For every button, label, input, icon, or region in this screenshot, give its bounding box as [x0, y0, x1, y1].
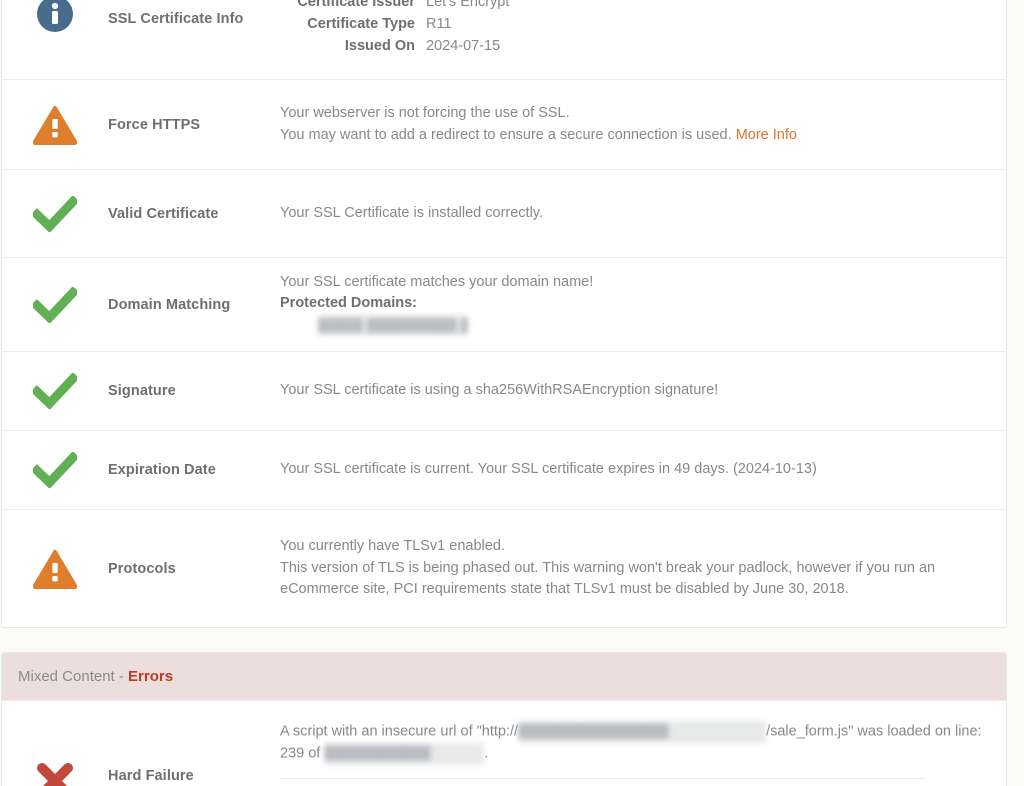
force-https-line-2: You may want to add a redirect to ensure… — [280, 125, 982, 147]
check-icon — [33, 195, 77, 232]
check-label-domain-matching: Domain Matching — [108, 296, 231, 313]
check-label-hard-failure: Hard Failure — [108, 768, 194, 784]
detail-value-issued-on: 2024-07-15 — [426, 38, 501, 54]
status-icon-cell — [2, 352, 108, 430]
check-row-signature: Signature Your SSL certificate is using … — [2, 351, 1006, 430]
ssl-checks-card: SSL Certificate Info Certificate Issuer … — [1, 0, 1007, 628]
protocols-line-2: This version of TLS is being phased out.… — [280, 559, 936, 598]
detail-key-certificate-issuer: Certificate Issuer — [297, 0, 415, 10]
status-icon-cell — [2, 80, 108, 169]
check-body-expiration-date: Your SSL certificate is current. Your SS… — [280, 459, 1006, 481]
certificate-details-list: Certificate Issuer Let's Encrypt Certifi… — [280, 0, 982, 57]
protected-domains-title: Protected Domains: — [280, 295, 417, 312]
info-circle-icon — [36, 0, 74, 33]
check-label-valid-certificate: Valid Certificate — [108, 205, 219, 222]
check-row-valid-certificate: Valid Certificate Your SSL Certificate i… — [2, 169, 1006, 257]
check-row-domain-matching: Domain Matching Your SSL certificate mat… — [2, 257, 1006, 351]
check-body-ssl-certificate-info: Certificate Issuer Let's Encrypt Certifi… — [280, 0, 1006, 79]
status-icon-cell — [2, 510, 108, 627]
check-body-signature: Your SSL certificate is using a sha256Wi… — [280, 380, 1006, 402]
warning-triangle-icon — [33, 549, 77, 589]
force-https-line-2-text: You may want to add a redirect to ensure… — [280, 126, 732, 143]
expiration-date-line-1: Your SSL certificate is current. Your SS… — [280, 461, 817, 478]
status-icon-cell — [2, 0, 108, 79]
check-icon — [33, 286, 77, 323]
detail-key-issued-on: Issued On — [344, 38, 415, 54]
check-body-hard-failure: A script with an insecure url of "http:/… — [280, 721, 1006, 786]
mixed-content-header-prefix: Mixed Content - — [18, 668, 129, 685]
check-label-signature: Signature — [108, 383, 176, 399]
status-icon-cell — [2, 721, 108, 786]
hard-failure-divider — [280, 778, 925, 780]
check-icon — [33, 452, 77, 488]
mixed-content-header: Mixed Content - Errors — [2, 653, 1006, 700]
check-body-protocols: You currently have TLSv1 enabled. This v… — [280, 536, 1006, 601]
status-icon-cell — [2, 258, 108, 351]
more-info-link[interactable]: More Info — [736, 127, 797, 143]
check-row-force-https: Force HTTPS Your webserver is not forcin… — [2, 79, 1006, 169]
status-icon-cell — [2, 431, 108, 509]
check-label-expiration-date: Expiration Date — [108, 462, 216, 478]
force-https-line-1: Your webserver is not forcing the use of… — [280, 105, 570, 121]
check-row-hard-failure: Hard Failure A script with an insecure u… — [2, 700, 1006, 786]
protected-domain-redacted: █████ ██████████ █ — [318, 314, 468, 337]
detail-value-certificate-type: R11 — [426, 16, 452, 32]
hard-failure-redacted-url-b: ████████████ — [324, 743, 485, 765]
protocols-line-1: You currently have TLSv1 enabled. — [280, 538, 505, 555]
check-row-protocols: Protocols You currently have TLSv1 enabl… — [2, 509, 1006, 627]
warning-triangle-icon — [33, 105, 77, 145]
check-label-force-https: Force HTTPS — [108, 116, 201, 133]
valid-certificate-line-1: Your SSL Certificate is installed correc… — [280, 204, 543, 221]
detail-key-certificate-type: Certificate Type — [307, 16, 415, 32]
hard-failure-text-c: . — [484, 745, 489, 762]
mixed-content-card: Mixed Content - Errors Hard Failure A sc… — [1, 652, 1007, 786]
mixed-content-header-status: Errors — [128, 668, 174, 685]
x-mark-icon — [35, 761, 75, 786]
check-body-valid-certificate: Your SSL Certificate is installed correc… — [280, 203, 1006, 225]
check-row-ssl-certificate-info: SSL Certificate Info Certificate Issuer … — [2, 0, 1006, 79]
check-label-protocols: Protocols — [108, 560, 176, 577]
check-body-force-https: Your webserver is not forcing the use of… — [280, 103, 1006, 146]
check-body-domain-matching: Your SSL certificate matches your domain… — [280, 272, 1006, 337]
status-icon-cell — [2, 170, 108, 257]
check-row-expiration-date: Expiration Date Your SSL certificate is … — [2, 430, 1006, 509]
ssl-report-page: SSL Certificate Info Certificate Issuer … — [0, 0, 1024, 786]
hard-failure-redacted-url-a: █████████████████ — [518, 721, 767, 743]
domain-matching-line-1: Your SSL certificate matches your domain… — [280, 273, 594, 290]
signature-line-1: Your SSL certificate is using a sha256Wi… — [280, 382, 719, 399]
check-label-ssl-certificate-info: SSL Certificate Info — [108, 11, 244, 27]
detail-value-certificate-issuer: Let's Encrypt — [426, 0, 510, 10]
hard-failure-text-a: A script with an insecure url of "http:/… — [280, 723, 519, 740]
check-icon — [33, 373, 77, 409]
